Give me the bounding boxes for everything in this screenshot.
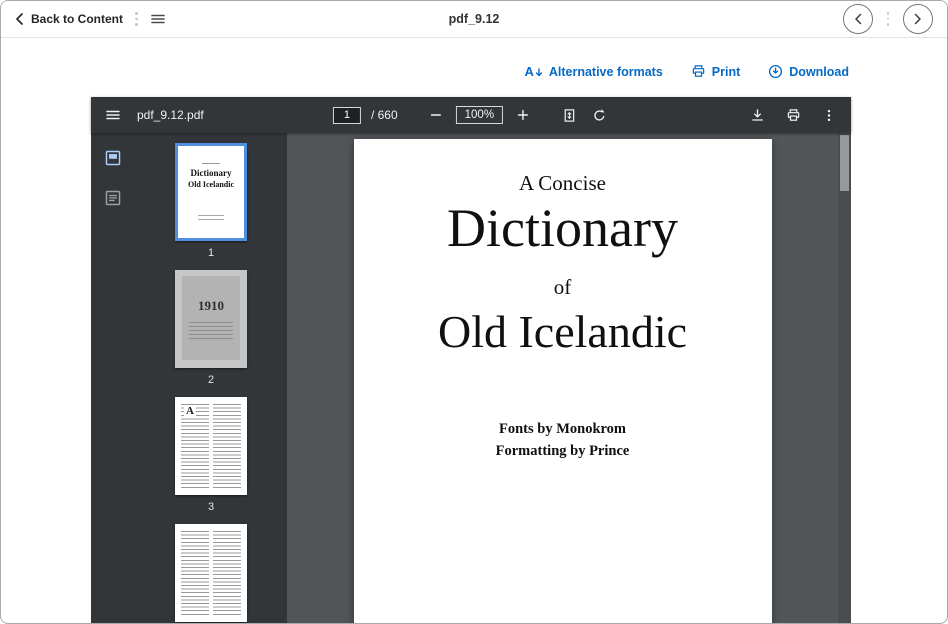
page-line-concise: A Concise (354, 139, 772, 196)
page-title: pdf_9.12 (449, 12, 500, 26)
plus-icon (516, 108, 530, 122)
thumbnail-page-1[interactable]: Dictionary Old Icelandic 1 (175, 143, 247, 259)
sidebar-rail (91, 133, 135, 624)
thumbnail-list: Dictionary Old Icelandic 1 1910 (135, 133, 287, 624)
fit-page-icon (562, 108, 577, 123)
pdf-content-area: A Concise Dictionary of Old Icelandic Fo… (287, 133, 838, 624)
pdf-print-button[interactable] (783, 105, 803, 125)
sidebar-toggle-button[interactable] (103, 105, 123, 125)
thumbnail-image-3: A (175, 397, 247, 495)
divider-dots (887, 12, 890, 26)
alternative-formats-button[interactable]: A Alternative formats (524, 65, 662, 79)
zoom-level-select[interactable]: 100% (456, 106, 503, 124)
app-window: Back to Content pdf_9.12 (0, 0, 948, 624)
divider-dots (135, 12, 138, 26)
rotate-button[interactable] (589, 105, 609, 125)
chevron-left-icon (853, 13, 863, 25)
thumbnail-number: 2 (208, 374, 214, 386)
document-actions: A Alternative formats Print Download (524, 64, 849, 79)
page-line-dictionary: Dictionary (354, 200, 772, 257)
pdf-filename: pdf_9.12.pdf (137, 108, 204, 122)
thumb1-title: Dictionary (178, 168, 244, 178)
minus-icon (429, 108, 443, 122)
next-item-button[interactable] (903, 4, 933, 34)
scrollbar-thumb[interactable] (840, 135, 849, 191)
page-number-input[interactable] (333, 107, 361, 124)
back-chevron-icon (15, 13, 24, 25)
thumbnails-view-icon (104, 149, 122, 167)
page-line-old-icelandic: Old Icelandic (354, 308, 772, 356)
thumbnail-page-2[interactable]: 1910 2 (175, 270, 247, 386)
download-button[interactable]: Download (768, 64, 849, 79)
fit-to-page-button[interactable] (559, 105, 579, 125)
previous-item-button[interactable] (843, 4, 873, 34)
print-icon (691, 64, 706, 79)
thumbnails-view-button[interactable] (104, 149, 122, 167)
course-menu-button[interactable] (150, 11, 166, 27)
pdf-sidebar: Dictionary Old Icelandic 1 1910 (91, 133, 287, 624)
pdf-viewer: pdf_9.12.pdf / 660 100% (91, 97, 851, 624)
vertical-ellipsis-icon (822, 108, 836, 123)
document-outline-icon (104, 189, 122, 207)
pdf-toolbar: pdf_9.12.pdf / 660 100% (91, 97, 851, 133)
zoom-in-button[interactable] (513, 105, 533, 125)
download-icon (768, 64, 783, 79)
alternative-formats-icon: A (524, 65, 542, 78)
printer-icon (786, 108, 801, 123)
zoom-out-button[interactable] (426, 105, 446, 125)
hamburger-menu-icon (150, 11, 166, 27)
print-button[interactable]: Print (691, 64, 740, 79)
download-label: Download (789, 65, 849, 79)
alternative-formats-label: Alternative formats (549, 65, 663, 79)
thumbnail-page-3[interactable]: A 3 (175, 397, 247, 513)
back-to-content-label: Back to Content (31, 12, 123, 26)
thumbnail-image-4 (175, 524, 247, 622)
page-credit-fonts: Fonts by Monokrom (354, 418, 772, 440)
thumbnail-number: 3 (208, 501, 214, 513)
thumbnail-page-4[interactable] (175, 524, 247, 622)
thumb2-year: 1910 (182, 298, 240, 314)
thumbnail-image-2: 1910 (175, 270, 247, 368)
thumb3-dropcap: A (184, 405, 196, 418)
page-credit-formatting: Formatting by Prince (354, 440, 772, 462)
more-options-button[interactable] (819, 105, 839, 125)
print-label: Print (712, 65, 740, 79)
top-navigation-bar: Back to Content pdf_9.12 (1, 1, 947, 38)
rotate-counterclockwise-icon (592, 108, 607, 123)
chevron-right-icon (913, 13, 923, 25)
download-arrow-icon (750, 108, 765, 123)
vertical-scrollbar[interactable] (838, 133, 851, 624)
hamburger-menu-icon (105, 107, 121, 123)
document-outline-button[interactable] (104, 189, 122, 207)
thumb1-subtitle: Old Icelandic (178, 180, 244, 189)
pdf-body: Dictionary Old Icelandic 1 1910 (91, 133, 851, 624)
page-line-of: of (354, 275, 772, 300)
back-to-content-button[interactable]: Back to Content (15, 12, 123, 26)
thumbnail-number: 1 (208, 247, 214, 259)
thumbnail-image-1: Dictionary Old Icelandic (175, 143, 247, 241)
pdf-page-1: A Concise Dictionary of Old Icelandic Fo… (354, 139, 772, 624)
page-count-label: / 660 (371, 108, 398, 122)
pdf-download-button[interactable] (747, 105, 767, 125)
